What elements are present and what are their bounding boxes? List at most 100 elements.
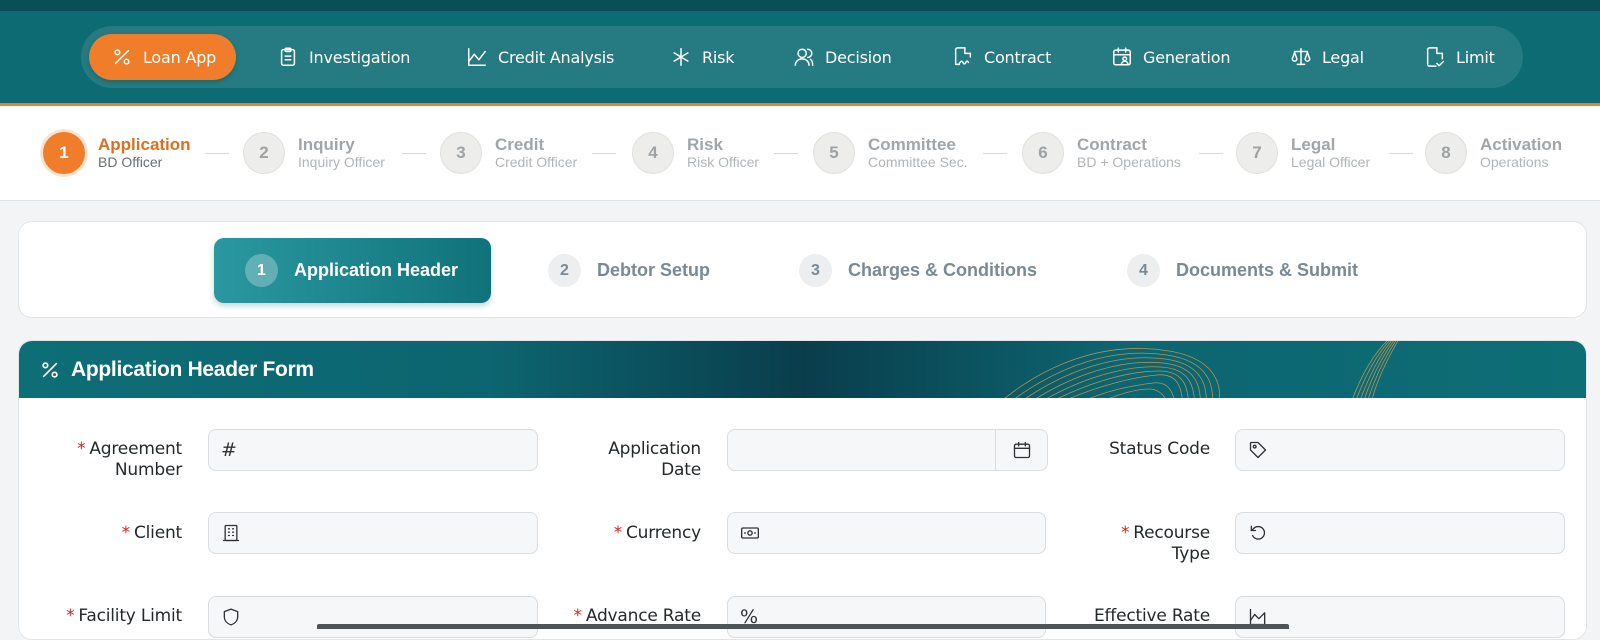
nav-label: Legal bbox=[1322, 47, 1364, 67]
step-role: Credit Officer bbox=[495, 154, 578, 170]
hash-icon: # bbox=[221, 439, 237, 461]
label-text: Effective Rate bbox=[1093, 606, 1210, 626]
step-number: 4 bbox=[632, 132, 674, 174]
recourse-type-input[interactable] bbox=[1235, 512, 1565, 554]
step-contract[interactable]: 6 Contract BD + Operations bbox=[1022, 130, 1181, 176]
step-connector bbox=[592, 153, 616, 154]
nav-item-decision[interactable]: Decision bbox=[793, 34, 892, 80]
application-header-form: Application Header Form bbox=[18, 340, 1587, 640]
recourse-type-label: * Recourse Type bbox=[1070, 523, 1210, 565]
effective-rate-input[interactable] bbox=[1235, 596, 1565, 638]
calendar-icon bbox=[1013, 441, 1030, 459]
step-title: Committee bbox=[868, 135, 956, 154]
step-role: Legal Officer bbox=[1291, 154, 1371, 170]
tab-number: 2 bbox=[548, 254, 581, 287]
step-inquiry[interactable]: 2 Inquiry Inquiry Officer bbox=[243, 130, 385, 176]
calendar-user-icon bbox=[1113, 47, 1131, 66]
horizontal-scrollbar[interactable] bbox=[317, 624, 1289, 629]
form-title-text: Application Header Form bbox=[71, 357, 314, 381]
nav-item-legal[interactable]: Legal bbox=[1290, 34, 1364, 80]
required-asterisk: * bbox=[121, 523, 131, 543]
step-number: 6 bbox=[1022, 132, 1064, 174]
required-asterisk: * bbox=[66, 606, 75, 626]
step-activation[interactable]: 8 Activation Operations bbox=[1425, 130, 1562, 176]
nav-label: Contract bbox=[984, 47, 1052, 67]
tab-debtor-setup[interactable]: 2 Debtor Setup bbox=[548, 238, 710, 303]
agreement-number-input[interactable]: # bbox=[208, 429, 538, 471]
step-connector bbox=[774, 153, 798, 154]
date-picker-button[interactable] bbox=[996, 429, 1048, 471]
step-title: Contract bbox=[1077, 135, 1147, 154]
step-credit[interactable]: 3 Credit Credit Officer bbox=[440, 130, 577, 176]
nav-label: Investigation bbox=[309, 47, 411, 67]
step-connector bbox=[983, 153, 1007, 154]
client-input[interactable] bbox=[208, 512, 538, 554]
currency-label: * Currency bbox=[560, 523, 702, 544]
status-code-input[interactable] bbox=[1235, 429, 1565, 471]
step-number: 2 bbox=[243, 132, 285, 174]
step-risk[interactable]: 4 Risk Risk Officer bbox=[632, 130, 759, 176]
label-text: Agreement bbox=[89, 439, 182, 459]
tab-documents-submit[interactable]: 4 Documents & Submit bbox=[1127, 238, 1358, 303]
tab-label: Charges & Conditions bbox=[848, 260, 1038, 280]
required-asterisk: * bbox=[1120, 523, 1130, 543]
step-connector bbox=[1199, 153, 1223, 154]
tab-charges-conditions[interactable]: 3 Charges & Conditions bbox=[799, 238, 1037, 303]
percent-icon bbox=[42, 361, 58, 378]
step-title: Activation bbox=[1480, 135, 1563, 154]
facility-limit-input[interactable] bbox=[208, 596, 538, 638]
tab-label: Application Header bbox=[294, 260, 459, 280]
scale-icon bbox=[1291, 48, 1311, 66]
nav-label: Decision bbox=[825, 47, 892, 67]
tab-number: 1 bbox=[245, 254, 278, 287]
status-code-label: Status Code bbox=[1070, 439, 1210, 460]
nav-item-contract[interactable]: Contract bbox=[952, 34, 1051, 80]
nav-label: Generation bbox=[1143, 47, 1231, 67]
label-text: Date bbox=[661, 460, 701, 480]
nav-item-loan-app[interactable]: Loan App bbox=[89, 34, 237, 80]
nav-item-generation[interactable]: Generation bbox=[1111, 34, 1230, 80]
step-number: 3 bbox=[440, 132, 482, 174]
nav-item-credit-analysis[interactable]: Credit Analysis bbox=[466, 34, 614, 80]
tab-number: 4 bbox=[1127, 254, 1160, 287]
tab-application-header[interactable]: 1 Application Header bbox=[214, 238, 491, 303]
tag-icon bbox=[1249, 441, 1267, 459]
step-title: Inquiry bbox=[298, 135, 355, 154]
line-chart-icon bbox=[468, 48, 486, 66]
step-connector bbox=[1389, 153, 1413, 154]
label-text: Number bbox=[114, 460, 182, 480]
nav-item-investigation[interactable]: Investigation bbox=[277, 34, 410, 80]
banknote-icon bbox=[741, 527, 759, 539]
users-icon bbox=[794, 48, 814, 66]
required-asterisk: * bbox=[613, 523, 623, 543]
label-text: Advance Rate bbox=[585, 606, 701, 626]
application-date-input[interactable] bbox=[727, 429, 996, 471]
nav-label: Limit bbox=[1456, 47, 1495, 67]
step-role: Committee Sec. bbox=[868, 154, 968, 170]
building-icon bbox=[222, 524, 240, 542]
step-role: BD + Operations bbox=[1077, 154, 1181, 170]
step-number: 7 bbox=[1236, 132, 1278, 174]
required-asterisk: * bbox=[77, 439, 86, 459]
advance-rate-input[interactable]: % bbox=[727, 596, 1046, 638]
step-application[interactable]: 1 Application BD Officer bbox=[43, 130, 191, 176]
tab-label: Debtor Setup bbox=[597, 260, 711, 280]
step-role: BD Officer bbox=[98, 154, 163, 170]
label-text: Currency bbox=[626, 523, 701, 543]
step-committee[interactable]: 5 Committee Committee Sec. bbox=[813, 130, 968, 176]
nav-item-limit[interactable]: Limit bbox=[1424, 34, 1495, 80]
nav-item-risk[interactable]: Risk bbox=[670, 34, 735, 80]
agreement-number-label: * Agreement Number bbox=[50, 439, 182, 481]
step-title: Risk bbox=[687, 135, 723, 154]
tab-number: 3 bbox=[799, 254, 832, 287]
clipboard-icon bbox=[280, 47, 296, 66]
signature-file-icon bbox=[954, 47, 972, 66]
form-header: Application Header Form bbox=[19, 341, 1586, 398]
step-connector bbox=[205, 153, 229, 154]
step-title: Application bbox=[98, 135, 191, 154]
step-number: 5 bbox=[813, 132, 855, 174]
step-legal[interactable]: 7 Legal Legal Officer bbox=[1236, 130, 1370, 176]
tab-label: Documents & Submit bbox=[1176, 260, 1359, 280]
currency-input[interactable] bbox=[727, 512, 1046, 554]
step-number: 8 bbox=[1425, 132, 1467, 174]
